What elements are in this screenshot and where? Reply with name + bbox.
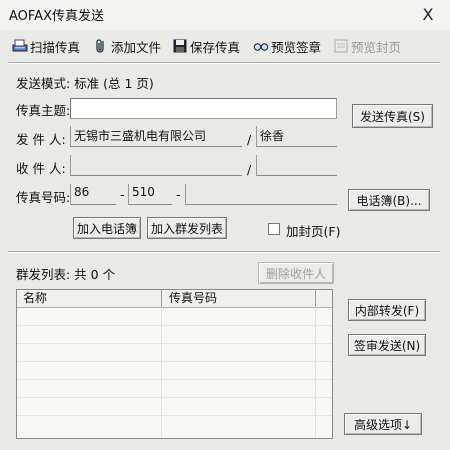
- advanced-options-button[interactable]: 高级选项↓: [344, 413, 422, 435]
- sender-label: 发 件 人:: [16, 132, 66, 147]
- fax-area-code-field[interactable]: 510: [128, 184, 172, 205]
- sign-send-button[interactable]: 签审发送(N): [348, 334, 426, 356]
- close-button[interactable]: X: [418, 5, 438, 25]
- add-file-button[interactable]: 添加文件: [93, 33, 161, 59]
- scan-fax-label: 扫描传真: [30, 39, 81, 55]
- column-header-name[interactable]: 名称: [19, 290, 47, 307]
- fax-number-field[interactable]: [185, 184, 337, 205]
- paperclip-icon: [93, 38, 109, 54]
- floppy-disk-icon: [172, 38, 188, 54]
- send-mode-text: 发送模式: 标准 (总 1 页): [16, 76, 154, 91]
- column-gridline: [315, 307, 316, 438]
- preview-sign-label: 预览签章: [271, 39, 322, 55]
- preview-sign-button[interactable]: 预览签章: [253, 33, 321, 59]
- subject-input[interactable]: [70, 98, 337, 119]
- row-gridline: [17, 325, 332, 326]
- scan-fax-button[interactable]: 扫描传真: [12, 33, 80, 59]
- window-title: AOFAX传真发送: [9, 9, 104, 24]
- group-list-table[interactable]: 名称 传真号码: [16, 289, 333, 439]
- save-fax-button[interactable]: 保存传真: [172, 33, 240, 59]
- add-file-label: 添加文件: [111, 39, 162, 55]
- column-divider[interactable]: [161, 290, 162, 307]
- recipient-slash: /: [247, 162, 252, 177]
- column-header-fax-number[interactable]: 传真号码: [165, 290, 217, 307]
- internal-forward-button[interactable]: 内部转发(F): [348, 299, 426, 321]
- fax-dash-2: -: [176, 187, 181, 202]
- row-gridline: [17, 343, 332, 344]
- toolbar: 扫描传真 添加文件 保存传真 预览签章 预览封页: [0, 33, 450, 60]
- preview-cover-button[interactable]: 预览封页: [333, 33, 401, 59]
- sender-name-field[interactable]: 徐香: [256, 126, 337, 147]
- section-divider: [8, 251, 440, 253]
- recipient-company-field[interactable]: [70, 155, 242, 176]
- add-group-list-button[interactable]: 加入群发列表: [147, 217, 227, 239]
- toolbar-divider: [8, 62, 440, 64]
- sender-slash: /: [247, 132, 252, 147]
- sender-company-field[interactable]: 无锡市三盛机电有限公司: [70, 126, 242, 147]
- glasses-icon: [253, 38, 269, 54]
- recipient-name-field[interactable]: [256, 155, 337, 176]
- add-phonebook-button[interactable]: 加入电话簿: [73, 217, 141, 239]
- column-divider[interactable]: [315, 290, 316, 307]
- save-fax-label: 保存传真: [190, 39, 241, 55]
- recipient-label: 收 件 人:: [16, 161, 66, 176]
- add-cover-checkbox[interactable]: [268, 223, 280, 235]
- preview-cover-label: 预览封页: [351, 39, 402, 55]
- send-fax-button[interactable]: 发送传真(S): [352, 104, 433, 128]
- row-gridline: [17, 361, 332, 362]
- group-list-header: 名称 传真号码: [17, 290, 332, 308]
- fax-dash-1: -: [120, 187, 125, 202]
- column-gridline: [161, 307, 162, 438]
- phonebook-button[interactable]: 电话簿(B)...: [348, 189, 430, 211]
- preview-cover-icon: [333, 38, 349, 54]
- fax-number-label: 传真号码:: [16, 190, 71, 205]
- delete-recipient-button[interactable]: 删除收件人: [258, 262, 334, 284]
- subject-label: 传真主题:: [16, 103, 71, 118]
- row-gridline: [17, 397, 332, 398]
- row-gridline: [17, 415, 332, 416]
- group-list-count: 群发列表: 共 0 个: [16, 267, 116, 282]
- row-gridline: [17, 379, 332, 380]
- scanner-icon: [12, 38, 28, 54]
- add-cover-label: 加封页(F): [286, 224, 341, 239]
- fax-country-code-field[interactable]: 86: [70, 184, 116, 205]
